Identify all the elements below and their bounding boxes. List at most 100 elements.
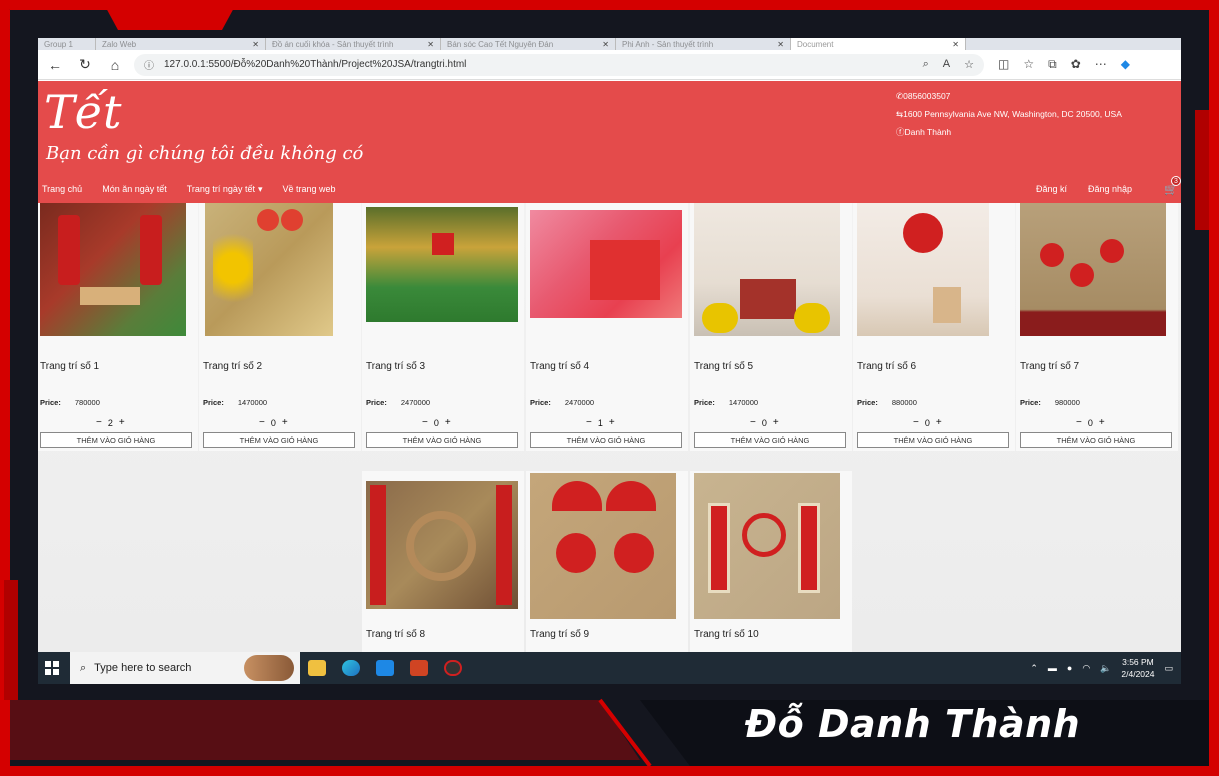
product-image[interactable]	[530, 210, 682, 318]
product-price: Price: 880000	[857, 398, 917, 407]
site-logo[interactable]: Tết	[44, 85, 121, 139]
product-image[interactable]	[530, 473, 676, 619]
red-sign-shape	[903, 213, 943, 253]
product-card: Trang trí số 10	[690, 471, 852, 652]
nav-decor[interactable]: Trang trí ngày tết ▾	[187, 184, 263, 195]
facebook-link[interactable]: Danh Thành	[905, 127, 952, 137]
close-icon[interactable]: ✕	[252, 40, 259, 49]
nav-register[interactable]: Đăng kí	[1036, 184, 1067, 194]
add-to-cart-button[interactable]: THÊM VÀO GIỎ HÀNG	[1020, 432, 1172, 448]
red-fan-shape	[556, 533, 596, 573]
minus-icon[interactable]: −	[913, 417, 919, 428]
nav-home[interactable]: Trang chủ	[42, 184, 82, 194]
clock[interactable]: 3:56 PM 2/4/2024	[1121, 656, 1154, 680]
minus-icon[interactable]: −	[750, 417, 756, 428]
product-image[interactable]	[694, 473, 840, 619]
home-icon[interactable]: ⌂	[104, 54, 126, 76]
add-to-cart-button[interactable]: THÊM VÀO GIỎ HÀNG	[40, 432, 192, 448]
minus-icon[interactable]: −	[422, 417, 428, 428]
file-explorer-icon[interactable]	[300, 652, 334, 684]
red-scroll-shape	[708, 503, 730, 593]
plus-icon[interactable]: +	[773, 417, 779, 428]
volume-icon[interactable]: 🔈	[1100, 663, 1111, 674]
favorites-icon[interactable]: ☆	[1023, 57, 1034, 72]
refresh-icon[interactable]: ↻	[74, 54, 96, 76]
product-image[interactable]	[205, 203, 333, 336]
red-circle-shape	[257, 209, 279, 231]
browser-toolbar: ← ↻ ⌂ ⓘ 127.0.0.1:5500/Đỗ%20Danh%20Thành…	[38, 50, 1181, 80]
powerpoint-icon[interactable]	[402, 652, 436, 684]
extensions-icon[interactable]: ✿	[1071, 57, 1081, 72]
yellow-flowers-shape	[702, 303, 738, 333]
back-icon[interactable]: ←	[44, 54, 66, 76]
wifi-icon[interactable]: ◠	[1082, 663, 1090, 674]
product-price: Price: 2470000	[530, 398, 594, 407]
network-icon[interactable]: ▬	[1048, 663, 1057, 673]
plus-icon[interactable]: +	[936, 417, 942, 428]
product-image[interactable]	[857, 203, 989, 336]
close-icon[interactable]: ✕	[427, 40, 434, 49]
red-fan-shape	[552, 481, 602, 511]
tab-slides-1[interactable]: Đồ án cuối khóa - Sản thuyết trình ✕	[266, 38, 441, 50]
product-image[interactable]	[1020, 203, 1166, 336]
close-icon[interactable]: ✕	[777, 40, 784, 49]
notification-icon[interactable]: ▭	[1164, 663, 1173, 674]
close-icon[interactable]: ✕	[602, 40, 609, 49]
vscode-icon[interactable]	[368, 652, 402, 684]
product-image[interactable]	[40, 203, 186, 336]
tab-slides-2[interactable]: Phi Anh - Sản thuyết trình ✕	[616, 38, 791, 50]
split-screen-icon[interactable]: ◫	[998, 57, 1009, 72]
copilot-icon[interactable]: ◆	[1121, 57, 1130, 72]
quantity-value: 0	[433, 417, 439, 428]
tab-document[interactable]: Document ✕	[791, 38, 966, 50]
red-circle-shape	[1070, 263, 1094, 287]
plus-icon[interactable]: +	[609, 417, 615, 428]
zoom-icon[interactable]: ⌕	[923, 58, 929, 71]
read-aloud-icon[interactable]: A	[943, 58, 950, 71]
plus-icon[interactable]: +	[1099, 417, 1105, 428]
minus-icon[interactable]: −	[96, 417, 102, 428]
cart-button[interactable]: 🛒 3	[1160, 176, 1181, 196]
collections-icon[interactable]: ⧉	[1048, 57, 1057, 72]
taskbar-search[interactable]: ⌕ Type here to search	[70, 652, 300, 684]
red-sign-shape	[432, 233, 454, 255]
product-image[interactable]	[366, 481, 518, 609]
close-icon[interactable]: ✕	[952, 40, 959, 49]
tab-shop[interactable]: Bán sóc Cao Tết Nguyên Đán ✕	[441, 38, 616, 50]
favorite-star-icon[interactable]: ☆	[964, 58, 974, 71]
edge-browser-icon[interactable]	[334, 652, 368, 684]
red-backdrop-shape	[590, 240, 660, 300]
plus-icon[interactable]: +	[119, 417, 125, 428]
address-bar[interactable]: ⓘ 127.0.0.1:5500/Đỗ%20Danh%20Thành/Proje…	[134, 53, 984, 76]
minus-icon[interactable]: −	[586, 417, 592, 428]
price-value: 2470000	[564, 398, 595, 407]
add-to-cart-button[interactable]: THÊM VÀO GIỎ HÀNG	[694, 432, 846, 448]
add-to-cart-button[interactable]: THÊM VÀO GIỎ HÀNG	[857, 432, 1009, 448]
minus-icon[interactable]: −	[259, 417, 265, 428]
windows-start-icon[interactable]	[38, 652, 66, 684]
product-image[interactable]	[366, 207, 518, 322]
microphone-icon[interactable]: ●	[1067, 663, 1072, 673]
nav-login[interactable]: Đăng nhập	[1088, 184, 1132, 194]
product-price: Price: 780000	[40, 398, 100, 407]
more-menu-icon[interactable]: ⋯	[1095, 57, 1107, 72]
author-name-overlay: Đỗ Danh Thành	[745, 702, 1081, 746]
recording-app-icon[interactable]	[436, 652, 470, 684]
add-to-cart-button[interactable]: THÊM VÀO GIỎ HÀNG	[366, 432, 518, 448]
chevron-up-icon[interactable]: ⌃	[1030, 663, 1038, 674]
price-label: Price:	[203, 398, 224, 407]
tab-group[interactable]: Group 1	[38, 38, 96, 50]
info-icon[interactable]: ⓘ	[144, 57, 154, 72]
minus-icon[interactable]: −	[1076, 417, 1082, 428]
product-grid: Trang trí số 1 Price: 780000 −2 + THÊM VÀO…	[38, 203, 1181, 652]
nav-food[interactable]: Món ăn ngày tết	[102, 184, 167, 194]
product-image[interactable]	[694, 203, 840, 336]
add-to-cart-button[interactable]: THÊM VÀO GIỎ HÀNG	[203, 432, 355, 448]
plus-icon[interactable]: +	[282, 417, 288, 428]
product-card: Trang trí số 9	[526, 471, 688, 652]
nav-about[interactable]: Về trang web	[282, 184, 335, 194]
tab-zalo[interactable]: Zalo Web ✕	[96, 38, 266, 50]
add-to-cart-button[interactable]: THÊM VÀO GIỎ HÀNG	[530, 432, 682, 448]
plus-icon[interactable]: +	[445, 417, 451, 428]
cart-badge: 3	[1171, 176, 1181, 186]
